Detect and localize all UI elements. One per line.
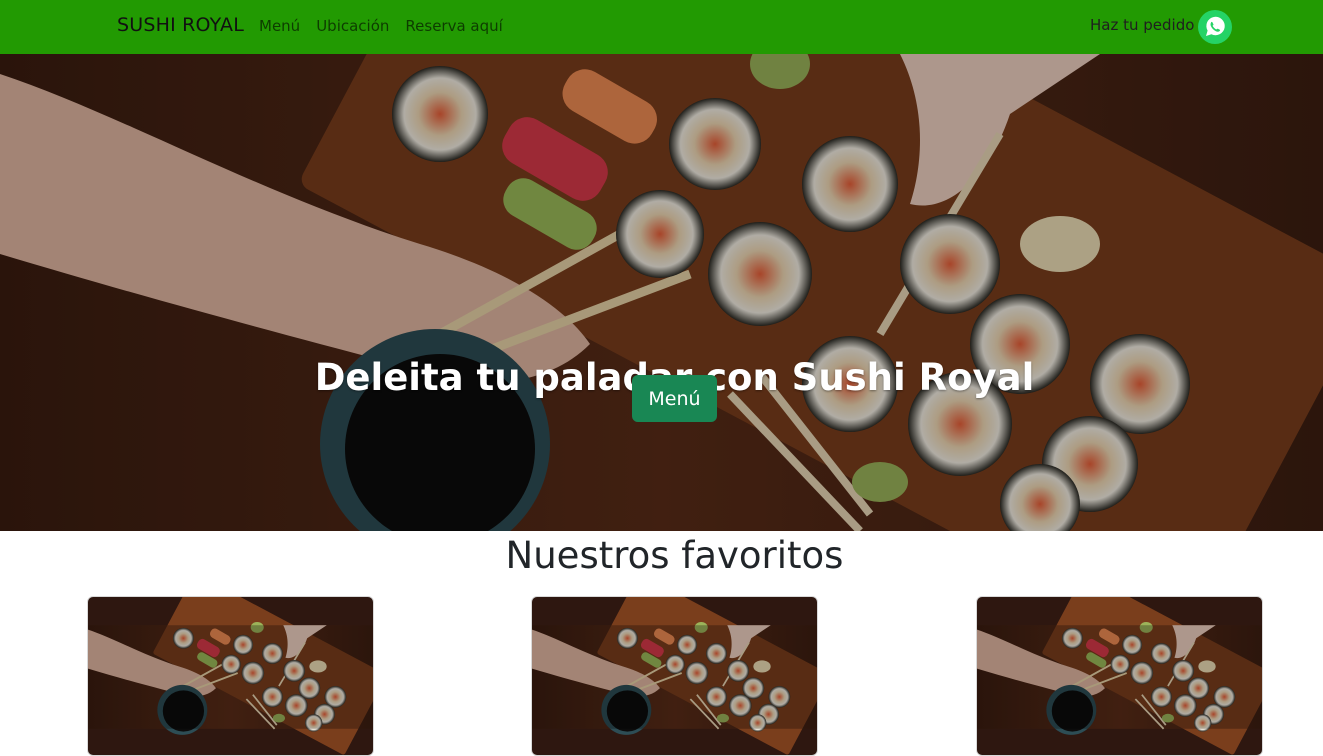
hero-banner: Deleita tu paladar con Sushi Royal Menú [0, 54, 1323, 531]
favorite-card[interactable] [976, 596, 1263, 756]
nav-link-reservation[interactable]: Reserva aquí [405, 17, 502, 35]
nav-link-menu[interactable]: Menú [259, 17, 300, 35]
navbar: SUSHI ROYAL Menú Ubicación Reserva aquí … [0, 0, 1323, 54]
favorite-card[interactable] [531, 596, 818, 756]
nav-link-location[interactable]: Ubicación [316, 17, 389, 35]
nav-links: Menú Ubicación Reserva aquí [259, 17, 503, 35]
favorite-card-image [532, 597, 817, 755]
favorite-card[interactable] [87, 596, 374, 756]
order-link[interactable]: Haz tu pedido [1090, 16, 1194, 34]
whatsapp-icon[interactable] [1197, 9, 1233, 45]
favorites-title: Nuestros favoritos [505, 534, 844, 577]
favorite-card-image [88, 597, 373, 755]
hero-menu-button[interactable]: Menú [632, 375, 717, 422]
favorite-card-image [977, 597, 1262, 755]
brand-logo-link[interactable]: SUSHI ROYAL [117, 14, 244, 36]
sushi-platter-image [0, 54, 1323, 531]
